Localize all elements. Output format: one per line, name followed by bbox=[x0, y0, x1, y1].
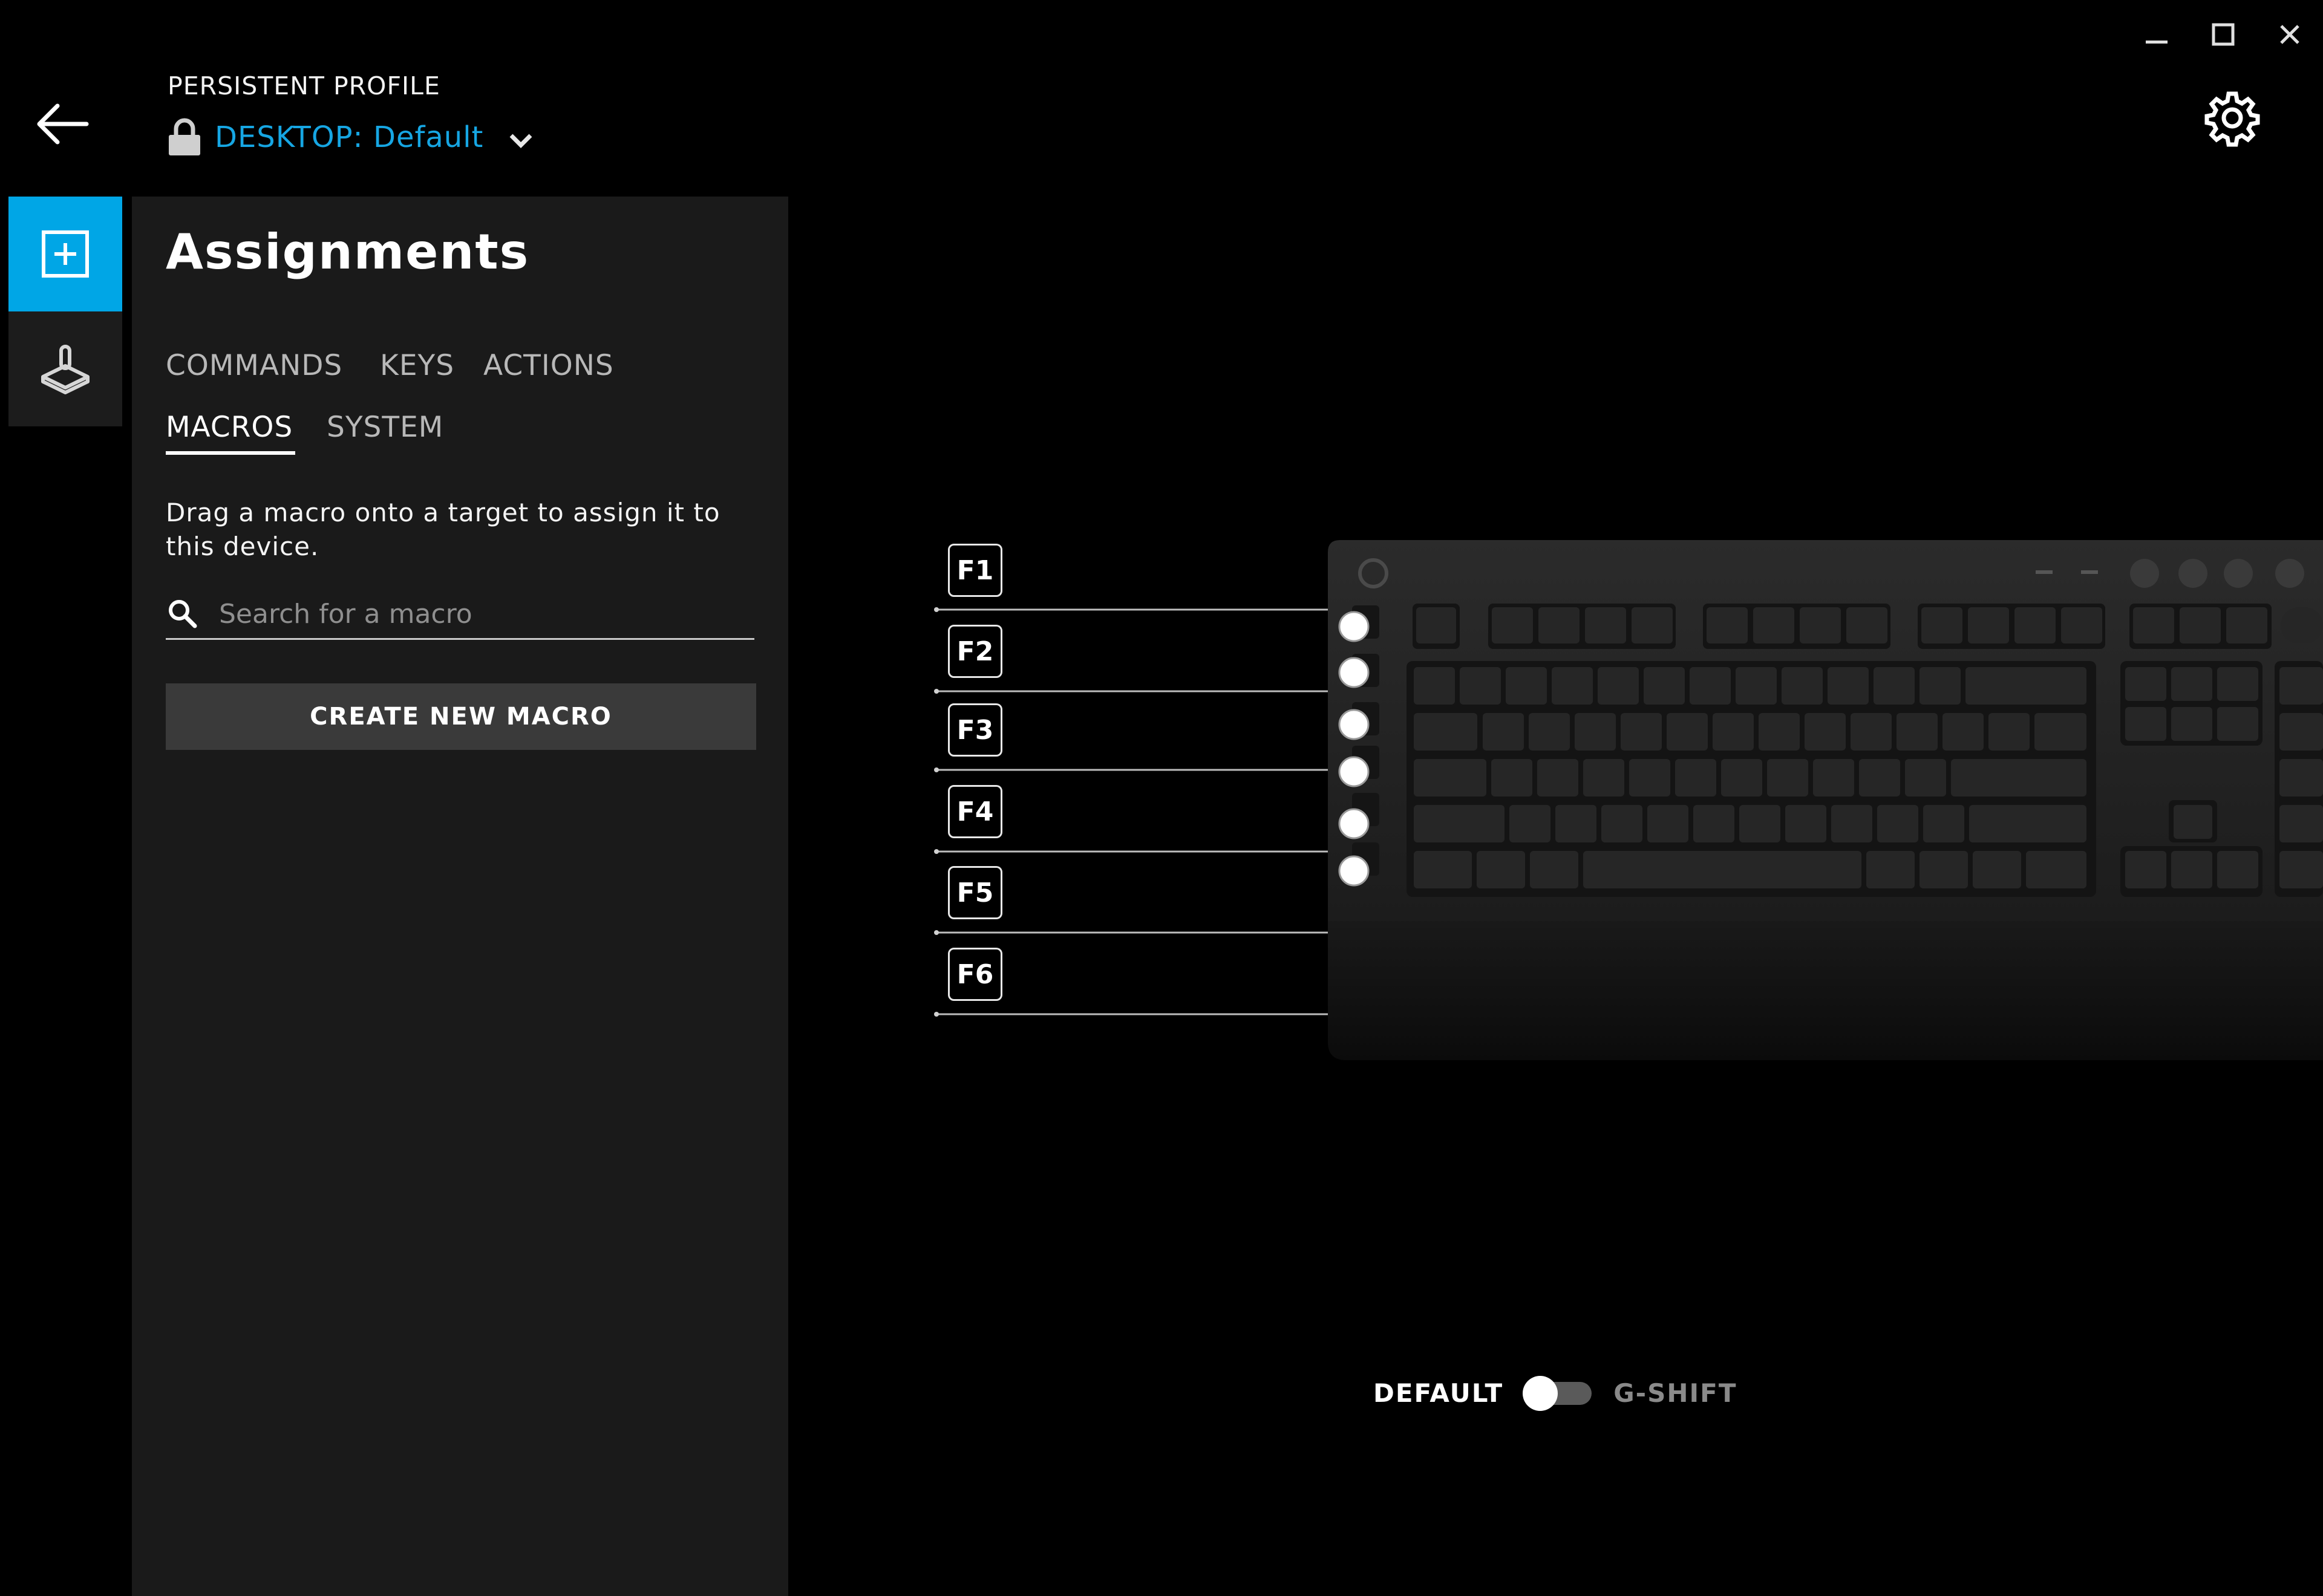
maximize-button[interactable] bbox=[2202, 13, 2244, 56]
search-icon bbox=[169, 600, 197, 628]
tab-keys[interactable]: KEYS bbox=[380, 349, 454, 382]
gkey-f6[interactable]: F6 bbox=[948, 948, 1002, 1001]
chevron-down-icon bbox=[509, 134, 532, 148]
connector-f1 bbox=[936, 608, 1356, 628]
gkey-f4[interactable]: F4 bbox=[948, 785, 1002, 838]
tab-macros[interactable]: MACROS bbox=[166, 411, 293, 444]
mode-gshift-label[interactable]: G-SHIFT bbox=[1613, 1378, 1737, 1408]
gkey-f5[interactable]: F5 bbox=[948, 866, 1002, 919]
rail-item-assignments[interactable] bbox=[8, 197, 122, 311]
mode-default-label[interactable]: DEFAULT bbox=[1373, 1378, 1503, 1408]
instructions-text: Drag a macro onto a target to assign it … bbox=[166, 498, 720, 561]
side-rail bbox=[8, 197, 122, 426]
minimize-icon bbox=[2146, 41, 2168, 44]
rail-item-heatmap[interactable] bbox=[8, 311, 122, 426]
gkey-f3[interactable]: F3 bbox=[948, 703, 1002, 757]
close-icon bbox=[2280, 25, 2299, 44]
close-button[interactable] bbox=[2269, 13, 2311, 56]
maximize-icon bbox=[2212, 23, 2235, 46]
gshift-toggle[interactable] bbox=[1523, 1376, 1594, 1411]
settings-button[interactable] bbox=[2202, 88, 2263, 148]
gkey-f1[interactable]: F1 bbox=[948, 544, 1002, 597]
minimize-button[interactable] bbox=[2135, 13, 2178, 56]
search-input[interactable] bbox=[218, 598, 740, 630]
plus-square-icon bbox=[42, 230, 89, 278]
profile-name: DESKTOP: Default bbox=[215, 120, 484, 154]
assignments-panel: Assignments COMMANDS KEYS ACTIONS MACROS… bbox=[132, 197, 788, 1596]
arrow-left-icon bbox=[37, 103, 89, 145]
tab-system[interactable]: SYSTEM bbox=[327, 411, 443, 444]
keyboard-image bbox=[1328, 540, 2323, 1060]
profile-label: PERSISTENT PROFILE bbox=[168, 71, 440, 100]
macro-search bbox=[166, 590, 754, 640]
lock-icon bbox=[169, 118, 200, 155]
active-tab-underline bbox=[166, 451, 295, 455]
tab-actions[interactable]: ACTIONS bbox=[483, 349, 614, 382]
tab-commands[interactable]: COMMANDS bbox=[166, 349, 342, 382]
gear-icon bbox=[2204, 91, 2260, 147]
back-button[interactable] bbox=[33, 97, 94, 151]
joystick-icon bbox=[41, 345, 90, 394]
toggle-knob bbox=[1523, 1376, 1558, 1411]
mode-switch-row: DEFAULT G-SHIFT bbox=[1373, 1372, 1737, 1414]
profile-selector[interactable]: DESKTOP: Default bbox=[168, 116, 534, 158]
panel-title: Assignments bbox=[166, 224, 530, 280]
create-new-macro-button[interactable]: CREATE NEW MACRO bbox=[166, 683, 756, 750]
gkey-f2[interactable]: F2 bbox=[948, 625, 1002, 678]
